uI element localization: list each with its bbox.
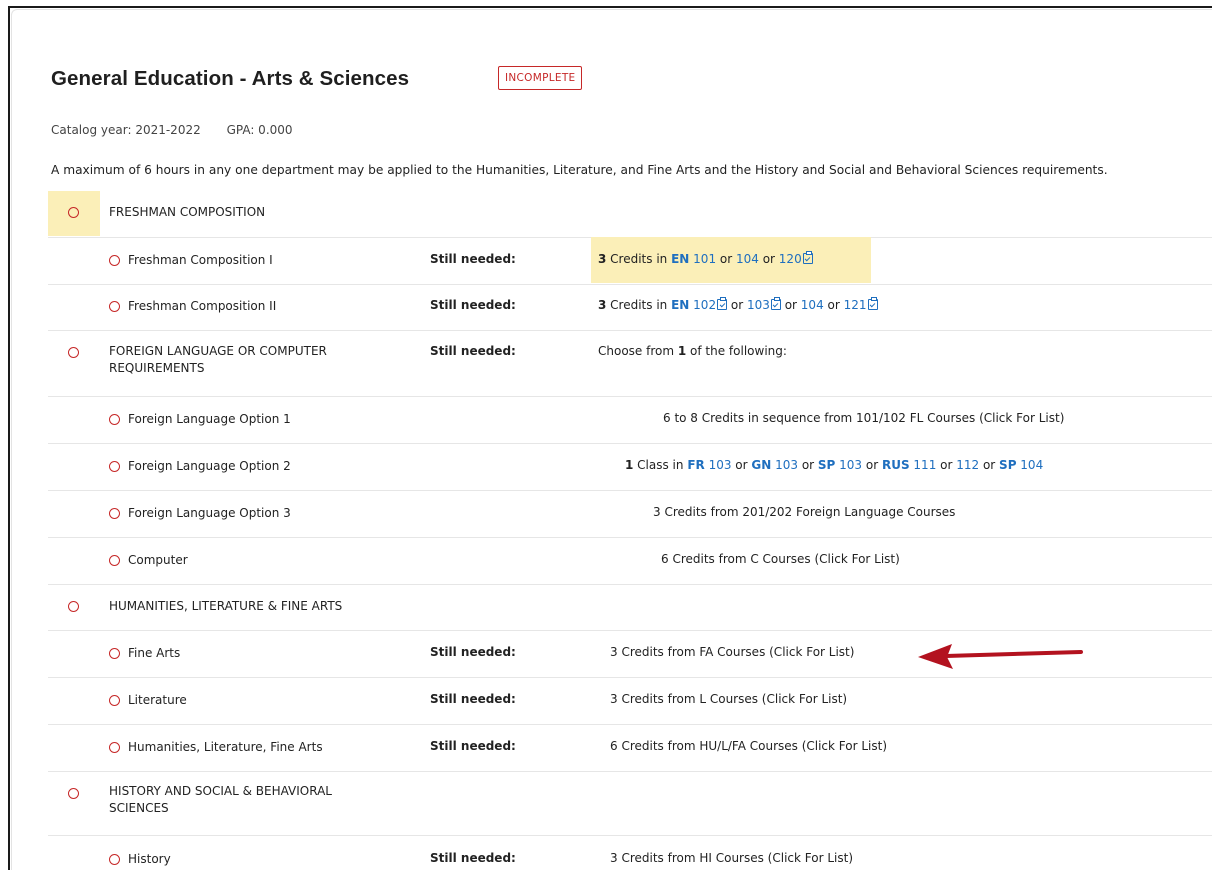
course-list-link[interactable]: 6 Credits from HU/L/FA Courses (Click Fo… [610, 739, 887, 753]
block-meta: Catalog year: 2021-2022 GPA: 0.000 [51, 123, 293, 137]
rule-label: Foreign Language Option 3 [128, 506, 291, 520]
rule-computer[interactable]: Computer 6 Credits from C Courses (Click… [48, 537, 1212, 585]
rule-label: Fine Arts [128, 646, 181, 660]
course-link[interactable]: RUS [882, 458, 910, 472]
incomplete-circle-icon [109, 414, 120, 425]
rule-requirement: 3 Credits in EN 102 or 103 or 104 or 121 [598, 297, 878, 312]
incomplete-circle-icon [109, 255, 120, 266]
rule-history-social-behavioral-sciences[interactable]: HISTORY AND SOCIAL & BEHAVIORAL SCIENCES [48, 771, 1212, 836]
incomplete-circle-icon [68, 347, 79, 358]
rule-requirement: Choose from 1 of the following: [598, 344, 787, 358]
course-link[interactable]: 103 [747, 298, 770, 312]
course-link[interactable]: EN [671, 298, 689, 312]
course-link[interactable]: 104 [1016, 458, 1043, 472]
rule-label: History [128, 852, 171, 866]
course-link[interactable]: EN [671, 252, 689, 266]
course-prereq-check-icon[interactable] [802, 251, 813, 264]
block-title: General Education - Arts & Sciences [51, 67, 410, 90]
course-link[interactable]: GN [751, 458, 771, 472]
rule-label: FRESHMAN COMPOSITION [109, 205, 266, 219]
course-link[interactable]: 103 [771, 458, 798, 472]
rule-foreign-language-option-1[interactable]: Foreign Language Option 1 6 to 8 Credits… [48, 396, 1212, 444]
course-link[interactable]: 112 [956, 458, 979, 472]
incomplete-circle-icon [109, 461, 120, 472]
rule-label: Foreign Language Option 1 [128, 412, 291, 426]
rule-humanities-literature-fine-arts[interactable]: HUMANITIES, LITERATURE & FINE ARTS [48, 584, 1212, 631]
course-list-link[interactable]: 3 Credits from HI Courses (Click For Lis… [610, 851, 853, 865]
rule-history[interactable]: History Still needed: 3 Credits from HI … [48, 835, 1212, 870]
rule-label: Foreign Language Option 2 [128, 459, 291, 473]
still-needed-label: Still needed: [430, 692, 516, 706]
course-link[interactable]: SP [818, 458, 835, 472]
rule-label: Freshman Composition II [128, 299, 277, 313]
course-link[interactable]: FR [687, 458, 704, 472]
rule-requirement: 3 Credits from 201/202 Foreign Language … [653, 505, 956, 519]
incomplete-circle-icon [109, 301, 120, 312]
rule-label: Literature [128, 693, 187, 707]
course-list-link[interactable]: 3 Credits from FA Courses (Click For Lis… [610, 645, 854, 659]
still-needed-label: Still needed: [430, 851, 516, 865]
rule-label: FOREIGN LANGUAGE OR COMPUTER REQUIREMENT… [109, 344, 327, 375]
incomplete-circle-icon [68, 207, 79, 218]
incomplete-circle-icon [109, 555, 120, 566]
incomplete-circle-icon [109, 854, 120, 865]
rule-literature[interactable]: Literature Still needed: 3 Credits from … [48, 677, 1212, 725]
incomplete-circle-icon [109, 742, 120, 753]
course-link[interactable]: 103 [835, 458, 862, 472]
still-needed-label: Still needed: [430, 298, 516, 312]
course-list-link[interactable]: 3 Credits from L Courses (Click For List… [610, 692, 847, 706]
course-list-link[interactable]: 6 Credits from C Courses (Click For List… [661, 552, 900, 566]
rule-humanities-literature-fine-arts-combined[interactable]: Humanities, Literature, Fine Arts Still … [48, 724, 1212, 772]
rule-label: Computer [128, 553, 188, 567]
rule-freshman-composition-1[interactable]: Freshman Composition I Still needed: 3 C… [48, 237, 1212, 285]
course-link[interactable]: 104 [801, 298, 824, 312]
incomplete-circle-icon [109, 508, 120, 519]
rule-freshman-composition-2[interactable]: Freshman Composition II Still needed: 3 … [48, 284, 1212, 331]
rule-label: HISTORY AND SOCIAL & BEHAVIORAL SCIENCES [109, 784, 332, 815]
rule-label: Humanities, Literature, Fine Arts [128, 740, 323, 754]
still-needed-label: Still needed: [430, 252, 516, 266]
course-link[interactable]: 120 [779, 252, 802, 266]
still-needed-label: Still needed: [430, 645, 516, 659]
rule-foreign-language-option-3[interactable]: Foreign Language Option 3 3 Credits from… [48, 490, 1212, 538]
course-prereq-check-icon[interactable] [867, 297, 878, 310]
course-link[interactable]: 104 [736, 252, 759, 266]
course-link[interactable]: 103 [705, 458, 732, 472]
incomplete-circle-icon [68, 601, 79, 612]
course-link[interactable]: 111 [910, 458, 936, 472]
rule-label: Freshman Composition I [128, 253, 273, 267]
course-prereq-check-icon[interactable] [717, 297, 728, 310]
block-remark: A maximum of 6 hours in any one departme… [51, 163, 1108, 177]
incomplete-circle-icon [109, 695, 120, 706]
rule-foreign-language-or-computer[interactable]: FOREIGN LANGUAGE OR COMPUTER REQUIREMENT… [48, 330, 1212, 397]
incomplete-circle-icon [68, 788, 79, 799]
still-needed-label: Still needed: [430, 739, 516, 753]
annotation-arrow-icon [918, 644, 1083, 669]
rule-label: HUMANITIES, LITERATURE & FINE ARTS [109, 599, 343, 613]
catalog-year: Catalog year: 2021-2022 [51, 123, 201, 137]
course-link[interactable]: 121 [844, 298, 867, 312]
course-prereq-check-icon[interactable] [770, 297, 781, 310]
rule-foreign-language-option-2[interactable]: Foreign Language Option 2 1 Class in FR … [48, 443, 1212, 491]
screenshot-frame: General Education - Arts & Sciences INCO… [8, 6, 1212, 870]
course-link[interactable]: 101 [693, 252, 716, 266]
gpa-value: GPA: 0.000 [226, 123, 293, 137]
requirement-block-card: General Education - Arts & Sciences INCO… [11, 9, 1212, 870]
course-list-link[interactable]: 6 to 8 Credits in sequence from 101/102 … [663, 411, 1064, 425]
rule-requirement: 3 Credits in EN 101 or 104 or 120 [598, 251, 813, 266]
status-badge: INCOMPLETE [498, 66, 583, 90]
course-link[interactable]: SP [999, 458, 1016, 472]
course-link[interactable]: 102 [693, 298, 716, 312]
rule-freshman-composition[interactable]: FRESHMAN COMPOSITION [48, 191, 1212, 238]
incomplete-circle-icon [109, 648, 120, 659]
still-needed-label: Still needed: [430, 344, 516, 358]
rule-requirement: 1 Class in FR 103 or GN 103 or SP 103 or… [625, 458, 1044, 472]
